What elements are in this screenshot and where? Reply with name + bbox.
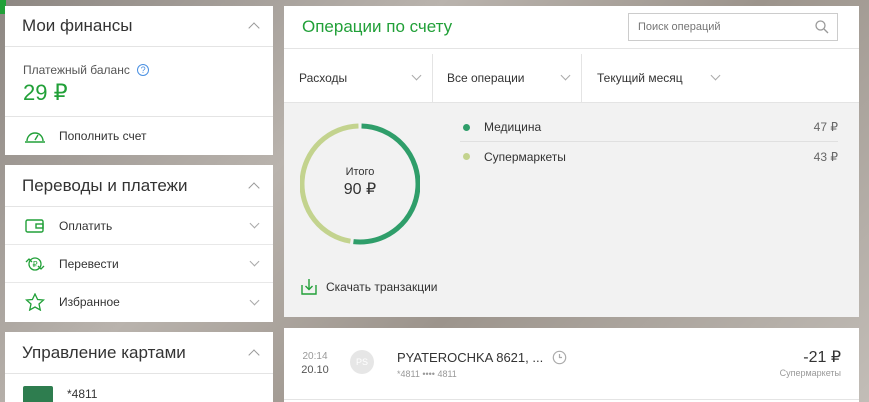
transaction-datetime: 20:14 20.10 [300,351,330,376]
transfer-menu-item[interactable]: ₽ Перевести [5,245,273,283]
cards-panel: Управление картами *4811 [5,332,273,402]
chevron-down-icon [710,70,721,81]
period-filter-label: Текущий месяц [597,71,683,85]
download-transactions-button[interactable]: Скачать транзакции [300,278,438,296]
expenses-filter-dropdown[interactable]: Расходы [284,54,433,102]
transaction-card: *4811 •••• 4811 [397,369,457,379]
chevron-down-icon[interactable] [249,218,260,229]
transfers-title: Переводы и платежи [22,175,188,195]
legend-dot [463,153,470,160]
donut-total: Итого 90 ₽ [310,166,410,199]
balance-block: Платежный баланс ? 29 ₽ [5,47,273,117]
gauge-icon [23,126,47,146]
chevron-up-icon[interactable] [248,22,260,34]
expenses-filter-label: Расходы [299,71,348,85]
svg-text:₽: ₽ [32,260,37,269]
pay-menu-item[interactable]: Оплатить [5,207,273,245]
transaction-category: Супермаркеты [779,368,841,378]
legend-label: Медицина [484,120,542,134]
clock-icon [552,350,567,370]
merchant-avatar: PS [350,350,374,374]
balance-value: 29 ₽ [23,80,68,105]
transfers-header[interactable]: Переводы и платежи [5,165,273,207]
merchant-name: PYATEROCHKA 8621, ... [397,350,544,365]
favorites-menu-item[interactable]: Избранное [5,283,273,321]
operations-type-filter-label: Все операции [447,71,525,85]
favorites-label: Избранное [59,295,120,309]
transfers-panel: Переводы и платежи Оплатить ₽ Перевести … [5,165,273,322]
search-operations-field[interactable] [628,13,838,41]
bank-card-icon [23,386,53,402]
legend-item-supermarkets[interactable]: Супермаркеты 43 ₽ [460,142,838,171]
legend-dot [463,123,470,131]
transfer-icon: ₽ [23,254,47,274]
operations-panel: Операции по счету Расходы Все операции Т… [284,6,859,317]
download-icon [300,278,318,296]
transaction-amount: -21 ₽ [803,349,841,366]
card-number: *4811 [67,387,98,401]
chevron-down-icon[interactable] [249,256,260,267]
card-item[interactable]: *4811 [5,374,273,402]
total-label: Итого [345,166,375,178]
total-value: 90 ₽ [343,181,377,198]
my-finances-header[interactable]: Мои финансы [5,6,273,47]
chevron-down-icon [560,70,571,81]
transfer-label: Перевести [59,256,119,271]
transaction-row[interactable]: 20:14 20.10 PS PYATEROCHKA 8621, ... *48… [284,328,859,399]
cards-header[interactable]: Управление картами [5,332,273,374]
search-input[interactable] [629,14,804,40]
my-finances-title: Мои финансы [22,16,133,35]
star-icon [23,292,47,312]
operations-type-filter-dropdown[interactable]: Все операции [433,54,582,102]
my-finances-panel: Мои финансы Платежный баланс ? 29 ₽ Попо… [5,6,273,155]
chevron-down-icon[interactable] [249,295,260,305]
category-legend: Медицина 47 ₽ Супермаркеты 43 ₽ [460,113,838,171]
legend-amount: 47 ₽ [813,120,838,134]
transaction-time: 20:14 [302,351,328,362]
balance-label: Платежный баланс [23,63,130,77]
search-icon[interactable] [815,20,829,39]
operations-title: Операции по счету [302,17,453,36]
topup-button[interactable]: Пополнить счет [5,117,273,154]
period-filter-dropdown[interactable]: Текущий месяц [582,54,731,102]
chevron-up-icon[interactable] [248,348,260,361]
download-label: Скачать транзакции [326,280,438,294]
legend-amount: 43 ₽ [813,149,838,164]
transaction-date: 20.10 [301,364,329,376]
chevron-down-icon [411,70,422,81]
cards-title: Управление картами [22,342,186,362]
wallet-icon [23,216,47,236]
transactions-panel: 20:14 20.10 PS PYATEROCHKA 8621, ... *48… [284,328,859,402]
topup-label: Пополнить счет [59,128,147,143]
help-icon[interactable]: ? [137,64,150,76]
chevron-up-icon[interactable] [248,181,260,194]
legend-item-medicine[interactable]: Медицина 47 ₽ [460,113,838,142]
legend-label: Супермаркеты [484,149,566,164]
pay-label: Оплатить [59,218,113,233]
